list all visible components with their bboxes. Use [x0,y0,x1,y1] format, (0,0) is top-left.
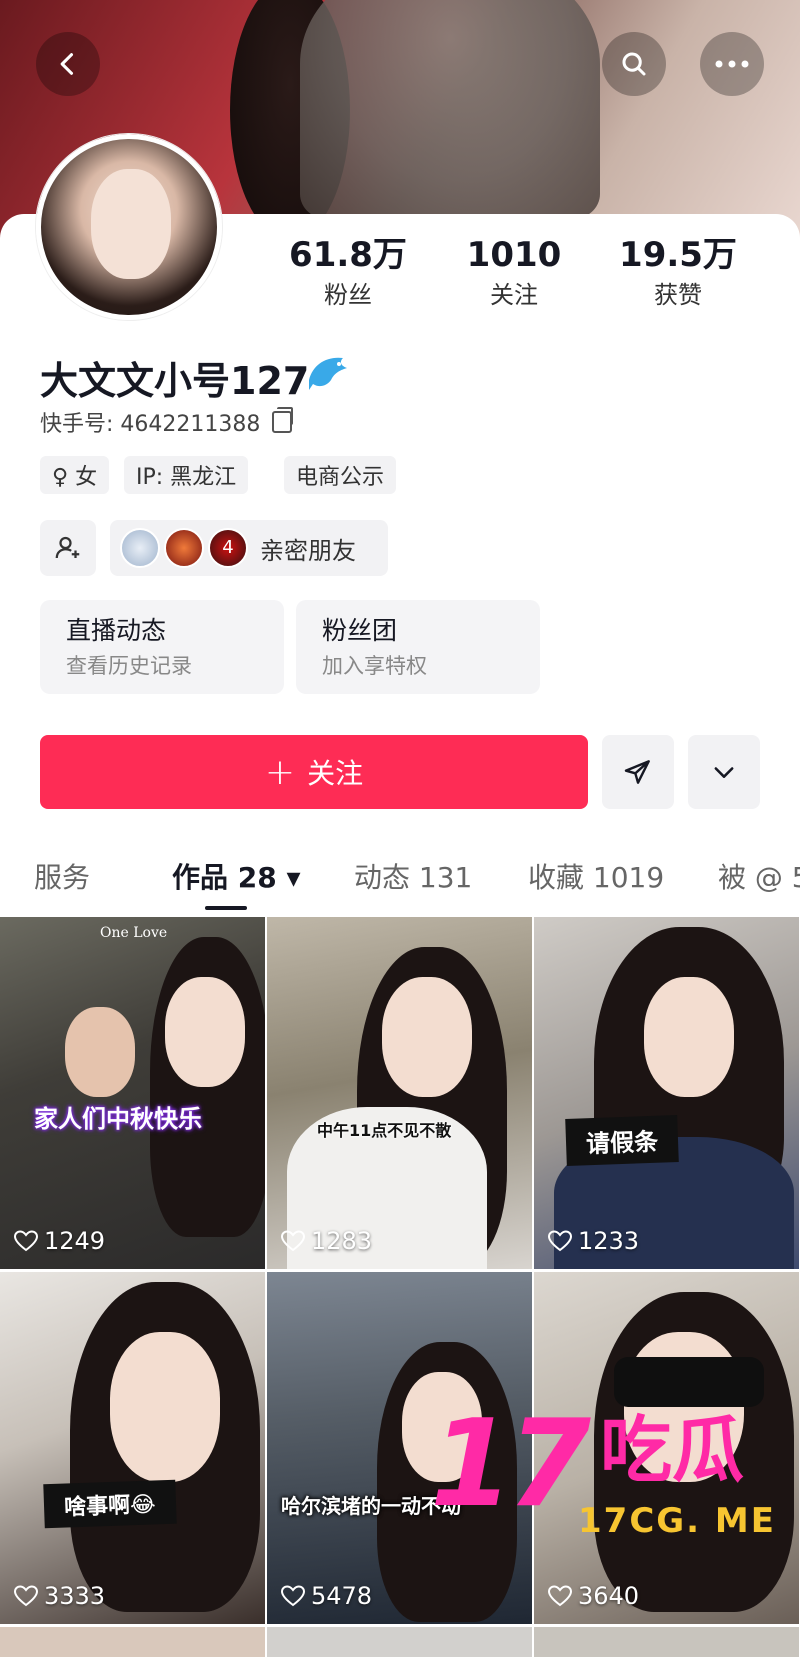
close-friends-label: 亲密朋友 [260,536,356,565]
tag-gender: ♀ 女 [40,456,110,494]
fan-club-title: 粉丝团 [322,616,398,645]
video-tile[interactable]: 请假条 1233 [534,917,799,1269]
tab-favorites[interactable]: 收藏 1019 [528,856,664,896]
add-user-icon [55,536,80,559]
heart-icon [281,1230,305,1252]
stat-followers[interactable]: 61.8万 粉丝 [268,232,428,312]
video-likes: 1249 [14,1227,105,1255]
video-likes: 3640 [548,1582,639,1610]
expand-button[interactable] [688,735,760,809]
stat-likes-value: 19.5万 [619,235,737,275]
stat-following-value: 1010 [466,235,562,275]
send-icon [624,760,650,784]
video-tile[interactable]: One Love 家人们中秋快乐 1249 [0,917,265,1269]
user-id-row: 快手号: 4642211388 [40,406,294,438]
tag-ip: IP: 黑龙江 [124,456,249,494]
active-tab-indicator [205,906,247,910]
fan-club-subtitle: 加入享特权 [322,654,427,678]
plus-icon: + [264,751,296,793]
friend-avatar [164,528,204,568]
search-button[interactable] [602,32,666,96]
video-grid: One Love 家人们中秋快乐 1249 中午11点不见不散 1283 请假条… [0,917,800,1657]
tag-ecommerce[interactable]: 电商公示 [284,456,397,494]
heart-icon [14,1585,38,1607]
friend-avatar [120,528,160,568]
live-history-card[interactable]: 直播动态 查看历史记录 [40,600,284,694]
tab-services[interactable]: 服务 [34,856,90,896]
nickname: 大文文小号127 [40,359,310,403]
video-overlay-text: One Love [100,925,168,941]
search-icon [622,52,646,76]
avatar[interactable] [36,134,222,320]
add-friend-button[interactable] [40,520,96,576]
watermark-text: 吃瓜 [600,1408,745,1492]
dolphin-icon [305,350,351,401]
video-tile[interactable]: 中午11点不见不散 1283 [267,917,532,1269]
fan-club-card[interactable]: 粉丝团 加入享特权 [296,600,540,694]
friend-avatar-count: 4 [208,528,252,568]
stat-following[interactable]: 1010 关注 [434,232,594,312]
video-tile[interactable] [0,1627,265,1657]
tab-mentions[interactable]: 被 @ 5 [718,856,800,896]
copy-icon[interactable] [272,407,294,433]
friends-count: 4 [222,537,234,558]
follow-button[interactable]: + 关注 [40,735,588,809]
video-likes: 1283 [281,1227,372,1255]
more-button[interactable] [700,32,764,96]
user-id: 快手号: 4642211388 [40,412,261,437]
follow-label: 关注 [307,757,364,790]
video-tile[interactable] [267,1627,532,1657]
video-caption: 请假条 [565,1115,679,1166]
live-history-title: 直播动态 [66,616,167,645]
back-button[interactable] [36,32,100,96]
video-tile[interactable]: 啥事啊😂 3333 [0,1272,265,1624]
stat-likes[interactable]: 19.5万 获赞 [598,232,758,312]
chevron-down-icon [714,767,734,778]
video-likes: 3333 [14,1582,105,1610]
heart-icon [548,1230,572,1252]
video-caption: 中午11点不见不散 [317,1121,452,1140]
watermark-url: 17CG. ME [578,1501,776,1541]
stat-following-label: 关注 [490,281,538,309]
live-history-subtitle: 查看历史记录 [66,654,192,678]
tab-moments[interactable]: 动态 131 [354,856,472,896]
heart-icon [281,1585,305,1607]
close-friends-button[interactable]: 4 亲密朋友 [110,520,388,576]
stat-followers-label: 粉丝 [324,281,372,309]
video-tile[interactable] [534,1627,799,1657]
video-caption: 啥事啊😂 [43,1479,177,1529]
video-likes: 5478 [281,1582,372,1610]
stat-followers-value: 61.8万 [289,235,407,275]
chevron-left-icon [60,53,74,75]
ellipsis-icon [715,60,749,68]
tab-works[interactable]: 作品 28 ▾ [172,856,301,896]
stat-likes-label: 获赞 [654,281,702,309]
video-likes: 1233 [548,1227,639,1255]
heart-icon [548,1585,572,1607]
site-watermark: 17 吃瓜 17CG. ME [430,1395,800,1542]
message-button[interactable] [602,735,674,809]
heart-icon [14,1230,38,1252]
video-caption: 家人们中秋快乐 [34,1105,202,1133]
watermark-number: 17 [430,1395,591,1534]
